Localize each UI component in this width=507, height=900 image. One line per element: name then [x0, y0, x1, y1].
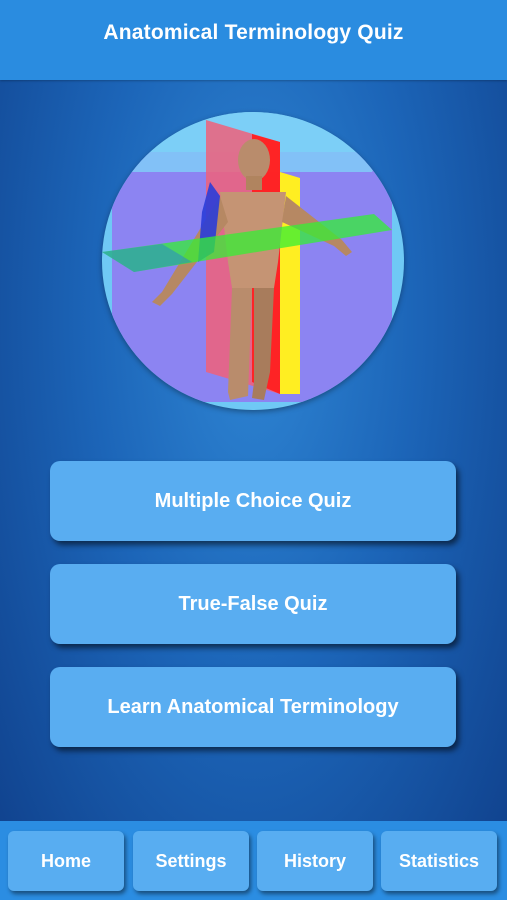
bottom-tab-bar: Home Settings History Statistics	[0, 821, 507, 900]
tab-settings[interactable]: Settings	[133, 831, 249, 891]
page-title: Anatomical Terminology Quiz	[103, 21, 404, 44]
true-false-quiz-button[interactable]: True-False Quiz	[50, 564, 456, 644]
learn-terminology-button[interactable]: Learn Anatomical Terminology	[50, 667, 456, 747]
tab-home[interactable]: Home	[8, 831, 124, 891]
app-header: Anatomical Terminology Quiz	[0, 0, 507, 80]
multiple-choice-quiz-button[interactable]: Multiple Choice Quiz	[50, 461, 456, 541]
tab-history[interactable]: History	[257, 831, 373, 891]
tab-statistics[interactable]: Statistics	[381, 831, 497, 891]
anatomical-planes-illustration	[102, 112, 404, 410]
